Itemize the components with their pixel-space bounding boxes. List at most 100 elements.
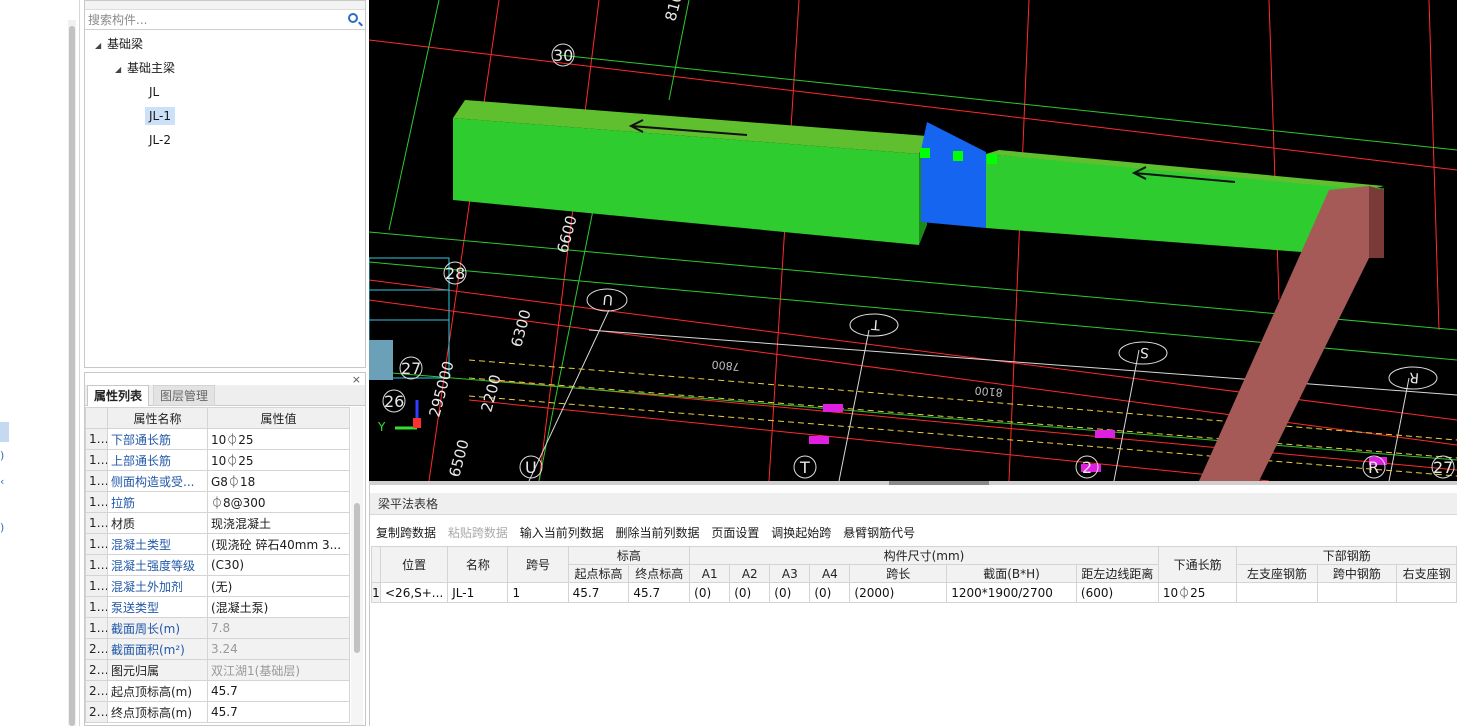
property-value[interactable]: 现浇混凝土 xyxy=(207,512,350,534)
property-value[interactable]: (现浇砼 碎石40mm 3... xyxy=(207,533,350,555)
axis-label: R xyxy=(1368,458,1379,477)
property-row[interactable]: 16 混凝土强度等级 (C30) xyxy=(85,554,350,576)
dashed-line xyxy=(468,395,1457,477)
property-value[interactable]: 10⏀25 xyxy=(207,449,350,471)
a2-header: A2 xyxy=(729,564,771,583)
property-name-header: 属性名称 xyxy=(107,407,208,429)
property-value[interactable]: 45.7 xyxy=(207,701,350,723)
property-scroll-thumb[interactable] xyxy=(354,503,360,653)
table-row[interactable]: 1 <26,S+... JL-1 1 45.7 45.7 (0) (0) (0)… xyxy=(371,582,1457,603)
component-search-input[interactable] xyxy=(85,10,365,29)
dimension-label: 6500 xyxy=(445,437,472,479)
property-row[interactable]: 18 泵送类型 (混凝土泵) xyxy=(85,596,350,618)
tree-item-jl[interactable]: JL xyxy=(149,82,159,102)
collapse-triangle-icon[interactable]: ◢ xyxy=(115,60,127,80)
property-row[interactable]: 12 侧面构造或受... G8⏀18 xyxy=(85,470,350,492)
left-strip-scroll-thumb[interactable] xyxy=(69,26,75,726)
end-elevation-cell[interactable]: 45.7 xyxy=(628,582,691,603)
grid-line xyxy=(488,379,1457,471)
row-number: 15 xyxy=(85,533,108,555)
a3-cell[interactable]: (0) xyxy=(769,582,811,603)
tree-toolbar xyxy=(85,1,365,10)
property-row[interactable]: 23 终点顶标高(m) 45.7 xyxy=(85,701,350,723)
left-support-rebar-cell[interactable] xyxy=(1236,582,1318,603)
tree-item-jl-2[interactable]: JL-2 xyxy=(149,130,171,150)
mid-span-rebar-cell[interactable] xyxy=(1316,582,1398,603)
property-row[interactable]: 13 拉筋 ⏀8@300 xyxy=(85,491,350,513)
grip-point[interactable] xyxy=(987,154,997,164)
bottom-through-rebar-cell[interactable]: 10⏀25 xyxy=(1157,582,1238,603)
search-icon[interactable] xyxy=(348,13,358,23)
row-number: 13 xyxy=(85,491,108,513)
tree-node-foundation-beam[interactable]: ◢ 基础梁 xyxy=(95,34,143,54)
grip-point[interactable] xyxy=(953,151,963,161)
property-value: 7.8 xyxy=(207,617,350,639)
cantilever-rebar-code-button[interactable]: 悬臂钢筋代号 xyxy=(843,526,915,540)
a2-cell[interactable]: (0) xyxy=(729,582,771,603)
property-row[interactable]: 15 混凝土类型 (现浇砼 碎石40mm 3... xyxy=(85,533,350,555)
property-row[interactable]: 10 下部通长筋 10⏀25 xyxy=(85,428,350,450)
a4-cell[interactable]: (0) xyxy=(809,582,851,603)
row-number: 23 xyxy=(85,701,108,723)
tab-layer-management[interactable]: 图层管理 xyxy=(153,385,216,406)
tab-property-list[interactable]: 属性列表 xyxy=(87,385,150,406)
left-edge-offset-cell[interactable]: (600) xyxy=(1075,582,1159,603)
bottom-through-rebar-header: 下通长筋 xyxy=(1157,546,1238,583)
position-cell[interactable]: <26,S+... xyxy=(379,582,449,603)
row-number: 22 xyxy=(85,680,108,702)
property-value[interactable]: 45.7 xyxy=(207,680,350,702)
left-strip-selection[interactable] xyxy=(0,422,9,442)
collapse-triangle-icon[interactable]: ◢ xyxy=(95,36,107,56)
property-value[interactable]: (C30) xyxy=(207,554,350,576)
property-scrollbar[interactable] xyxy=(351,407,363,725)
property-value[interactable]: G8⏀18 xyxy=(207,470,350,492)
right-support-rebar-cell[interactable] xyxy=(1396,582,1457,603)
axis-label: U xyxy=(525,458,537,477)
row-number-header xyxy=(371,546,381,583)
left-strip-fragment: ‹ xyxy=(0,475,5,488)
property-value[interactable]: (无) xyxy=(207,575,350,597)
property-name: 下部通长筋 xyxy=(107,428,208,450)
beam-table-title: 梁平法表格 xyxy=(370,493,1457,515)
blue-selected-beam[interactable] xyxy=(921,122,986,228)
property-row[interactable]: 17 混凝土外加剂 (无) xyxy=(85,575,350,597)
magenta-marker xyxy=(809,436,829,444)
end-elevation-header: 终点标高 xyxy=(628,564,691,583)
delete-column-data-button[interactable]: 删除当前列数据 xyxy=(616,526,700,540)
a4-header: A4 xyxy=(809,564,851,583)
swap-start-span-button[interactable]: 调换起始跨 xyxy=(771,526,831,540)
page-setup-button[interactable]: 页面设置 xyxy=(711,526,759,540)
property-row[interactable]: 14 材质 现浇混凝土 xyxy=(85,512,350,534)
property-row[interactable]: 11 上部通长筋 10⏀25 xyxy=(85,449,350,471)
property-row[interactable]: 22 起点顶标高(m) 45.7 xyxy=(85,680,350,702)
grip-point[interactable] xyxy=(920,148,930,158)
property-value[interactable]: 10⏀25 xyxy=(207,428,350,450)
grid-line xyxy=(528,309,610,481)
grid-bubble-label: R xyxy=(1408,369,1419,386)
section-cell[interactable]: 1200*1900/2700 xyxy=(946,582,1077,603)
tree-node-foundation-main-beam[interactable]: ◢ 基础主梁 xyxy=(115,58,175,78)
property-row[interactable]: 19 截面周长(m) 7.8 xyxy=(85,617,350,639)
paste-span-data-button[interactable]: 粘贴跨数据 xyxy=(448,526,508,540)
property-row[interactable]: 20 截面面积(m²) 3.24 xyxy=(85,638,350,660)
property-name: 材质 xyxy=(107,512,208,534)
input-column-data-button[interactable]: 输入当前列数据 xyxy=(520,526,604,540)
start-elevation-cell[interactable]: 45.7 xyxy=(567,582,630,603)
copy-span-data-button[interactable]: 复制跨数据 xyxy=(376,526,436,540)
span-length-cell[interactable]: (2000) xyxy=(849,582,948,603)
name-cell[interactable]: JL-1 xyxy=(447,582,509,603)
3d-viewport[interactable]: 30 28 27 26 U T 2 R 27 U T S R 810 6600 … xyxy=(369,0,1457,481)
dimension-label: 295000 xyxy=(425,359,457,419)
row-number: 12 xyxy=(85,470,108,492)
span-number-cell[interactable]: 1 xyxy=(507,582,569,603)
a1-cell[interactable]: (0) xyxy=(689,582,731,603)
property-row[interactable]: 21 图元归属 双江湖1(基础层) xyxy=(85,659,350,681)
property-name: 截面周长(m) xyxy=(107,617,208,639)
tree-item-jl-1[interactable]: JL-1 xyxy=(145,106,175,126)
span-number-header: 跨号 xyxy=(507,546,569,583)
left-strip-fragment: ) xyxy=(0,521,5,534)
property-value[interactable]: (混凝土泵) xyxy=(207,596,350,618)
bottom-rebar-group-header: 下部钢筋 xyxy=(1236,546,1457,565)
property-value[interactable]: ⏀8@300 xyxy=(207,491,350,513)
axis-line xyxy=(388,0,440,231)
